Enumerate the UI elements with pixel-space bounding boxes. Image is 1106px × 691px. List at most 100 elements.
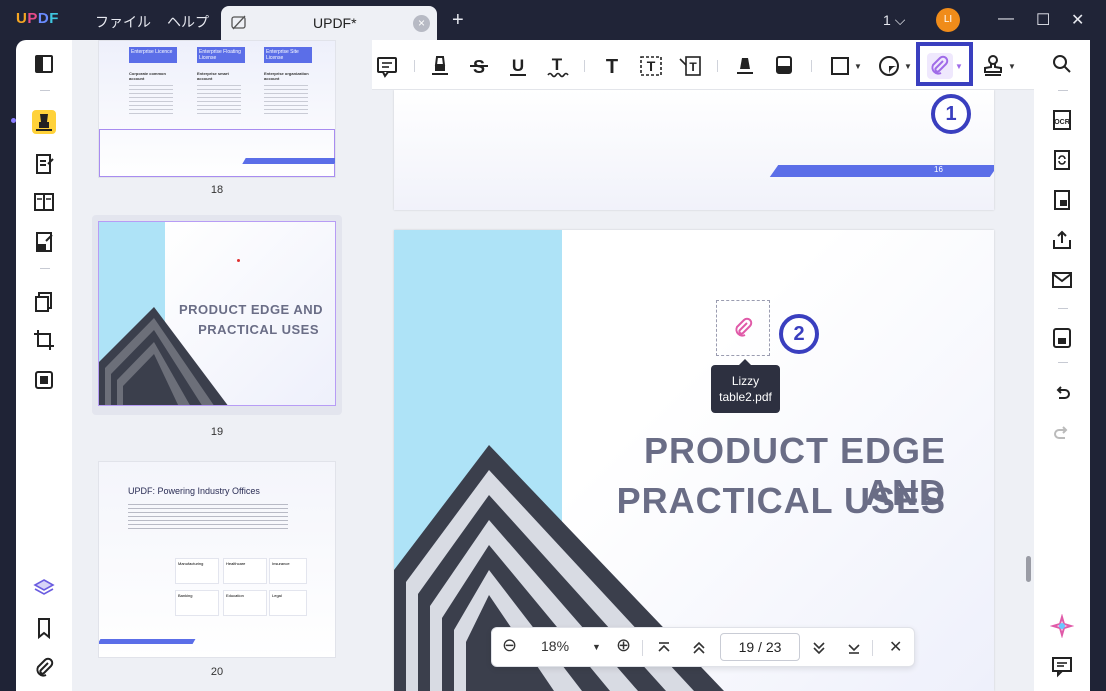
vertical-scrollbar[interactable] [1026,556,1031,582]
menu-help[interactable]: ヘルプ [167,12,209,32]
new-tab-button[interactable]: + [452,10,464,30]
close-window-button[interactable]: ✕ [1071,10,1084,30]
pencil-icon[interactable] [732,53,758,79]
license-subtitle-3: Enterprise organization account [264,71,309,81]
tooltip-author: Lizzy [731,374,760,388]
zoom-out-button[interactable]: ⊖ [502,635,517,656]
save-icon[interactable] [1050,326,1074,350]
title-bar: UPDF ファイル ヘルプ UPDF* × + 1 ⌵ LI — ☐ ✕ [0,0,1106,40]
eraser-icon[interactable] [771,53,797,79]
license-subtitle-2: Enterprise smart account [197,71,229,81]
attachment-tooltip: Lizzy table2.pdf [711,365,780,413]
attachment-tool-button[interactable] [927,53,953,79]
text-callout-icon[interactable]: T [677,53,703,79]
layers-icon[interactable] [32,576,56,600]
tooltip-filename: table2.pdf [719,390,772,404]
industry-legal: Legal [269,590,307,616]
sticker-dropdown-caret[interactable]: ▼ [904,62,912,71]
tab-title: UPDF* [313,15,357,31]
zoom-dropdown-caret[interactable]: ▼ [592,642,601,652]
text-box-icon[interactable]: T [638,53,664,79]
thumbnail-number-18: 18 [210,184,224,196]
divider [811,60,812,72]
shape-dropdown-caret[interactable]: ▼ [854,62,862,71]
divider [642,640,643,656]
shape-icon[interactable] [827,53,853,79]
file-attachment-annotation[interactable] [716,300,770,356]
organize-pages-icon[interactable] [32,290,56,314]
previous-page-icon[interactable] [691,640,707,656]
thumbnail-page-19[interactable]: PRODUCT EDGE AND PRACTICAL USES [98,221,336,406]
page-19-title-line2: PRACTICAL USES [616,480,946,521]
thumbnail-number-20: 20 [210,666,224,678]
thumbnail-19-title: PRODUCT EDGE AND PRACTICAL USES [179,302,324,337]
license-subtitle-1: Corporate common account [129,71,166,81]
ai-assistant-icon[interactable] [1049,613,1075,639]
tools-icon[interactable] [32,368,56,392]
zoom-in-button[interactable]: ⊕ [616,635,631,656]
stamp-icon[interactable] [980,53,1006,79]
callout-2: 2 [779,314,819,354]
undo-icon[interactable] [1050,382,1074,406]
page-16: 16 [394,90,994,210]
search-icon[interactable] [1050,52,1074,76]
zoom-navigation-bar: ⊖ 18% ▼ ⊕ 19 / 23 ✕ [491,627,915,667]
divider [414,60,415,72]
reader-icon[interactable] [32,52,56,76]
window-count-dropdown[interactable]: 1 ⌵ [883,12,905,29]
menu-file[interactable]: ファイル [95,12,151,32]
strikethrough-icon[interactable]: S [466,53,492,79]
tab-close-button[interactable]: × [413,15,430,32]
minimize-button[interactable]: — [998,10,1014,28]
text-icon[interactable]: T [599,53,625,79]
zoom-value[interactable]: 18% [541,638,569,654]
redo-icon[interactable] [1050,422,1074,446]
attachment-panel-icon[interactable] [32,656,56,680]
updf-logo[interactable]: UPDF [16,10,59,27]
license-header-3: Enterprise Site License [264,47,312,63]
maximize-button[interactable]: ☐ [1036,10,1050,30]
svg-text:T: T [606,56,618,78]
svg-text:T: T [647,58,656,74]
bookmark-icon[interactable] [32,616,56,640]
industry-healthcare: Healthcare [223,558,267,584]
protect-icon[interactable] [1050,188,1074,212]
squiggly-icon[interactable]: T [544,53,570,79]
highlight-icon[interactable] [427,53,453,79]
share-icon[interactable] [1050,228,1074,252]
panel-marker [11,118,16,123]
email-icon[interactable] [1050,268,1074,292]
page-number-field[interactable]: 19 / 23 [720,633,800,661]
close-zoombar-button[interactable]: ✕ [889,637,902,657]
convert-icon[interactable] [1050,148,1074,172]
thumbnail-page-20[interactable]: UPDF: Powering Industry Offices Manufact… [98,461,336,658]
underline-icon[interactable]: U [505,53,531,79]
svg-text:T: T [689,60,697,74]
thumbnail-page-18[interactable]: Enterprise Licence Enterprise Floating L… [98,40,336,178]
page-separator: / [758,639,762,655]
app-window: UPDF ファイル ヘルプ UPDF* × + 1 ⌵ LI — ☐ ✕ Ent… [0,0,1106,691]
page-layout-icon[interactable] [32,190,56,214]
ocr-icon[interactable]: OCR [1050,108,1074,132]
avatar[interactable]: LI [936,8,960,32]
license-header-1: Enterprise Licence [129,47,177,63]
divider [717,60,718,72]
svg-text:OCR: OCR [1054,119,1070,126]
document-tab[interactable]: UPDF* × [221,6,437,40]
comments-list-icon[interactable] [1050,654,1074,678]
sticker-icon[interactable] [876,53,902,79]
note-icon[interactable] [374,53,400,79]
first-page-icon[interactable] [656,640,672,656]
crop-icon[interactable] [32,328,56,352]
industry-education: Education [223,590,267,616]
stamp-dropdown-caret[interactable]: ▼ [1008,62,1016,71]
unsaved-icon [231,15,246,30]
fill-sign-icon[interactable] [32,230,56,254]
next-page-icon[interactable] [811,640,827,656]
divider [1058,308,1068,309]
comment-highlighter-icon[interactable] [32,110,56,134]
last-page-icon[interactable] [846,640,862,656]
thumbnail-panel: Enterprise Licence Enterprise Floating L… [72,40,372,691]
edit-pdf-icon[interactable] [32,152,56,176]
attachment-dropdown-caret[interactable]: ▼ [955,62,963,71]
